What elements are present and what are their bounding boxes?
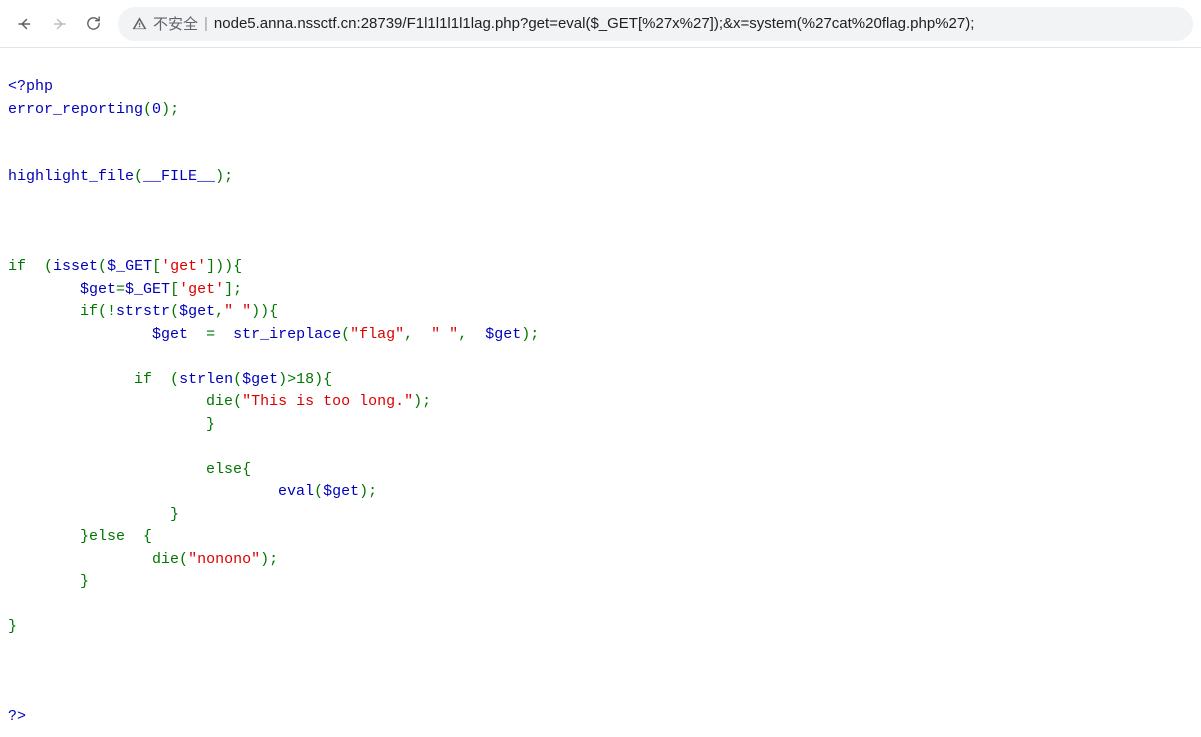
kw-if: if bbox=[80, 303, 98, 320]
punct: } bbox=[170, 506, 179, 523]
var-get: $get bbox=[179, 303, 215, 320]
kw-else: else bbox=[206, 461, 242, 478]
punct: ]; bbox=[224, 281, 242, 298]
punct: ( bbox=[134, 168, 143, 185]
punct: ); bbox=[260, 551, 278, 568]
punct: } bbox=[206, 416, 215, 433]
punct: ( bbox=[152, 371, 179, 388]
punct: ( bbox=[26, 258, 53, 275]
address-divider: | bbox=[204, 15, 208, 32]
punct: [ bbox=[152, 258, 161, 275]
punct: [ bbox=[170, 281, 179, 298]
not-secure-label: 不安全 bbox=[153, 13, 198, 34]
punct: ); bbox=[215, 168, 233, 185]
str-space: " " bbox=[431, 326, 458, 343]
punct: } bbox=[80, 573, 89, 590]
fn-strlen: strlen bbox=[179, 371, 233, 388]
punct: ); bbox=[413, 393, 431, 410]
punct: ( bbox=[170, 303, 179, 320]
php-source-view: <?php error_reporting(0); highlight_file… bbox=[0, 48, 1201, 737]
punct: ); bbox=[359, 483, 377, 500]
fn-highlight-file: highlight_file bbox=[8, 168, 134, 185]
punct: (! bbox=[98, 303, 116, 320]
var-get: $get bbox=[323, 483, 359, 500]
punct: , bbox=[404, 326, 431, 343]
var-get: $get bbox=[485, 326, 521, 343]
fn-eval: eval bbox=[278, 483, 314, 500]
punct: )){ bbox=[251, 303, 278, 320]
str-get-key: 'get' bbox=[179, 281, 224, 298]
punct: ); bbox=[161, 101, 179, 118]
punct: ( bbox=[341, 326, 350, 343]
arrow-left-icon bbox=[16, 15, 34, 33]
punct: } bbox=[80, 528, 89, 545]
punct: , bbox=[458, 326, 485, 343]
var-get: $get bbox=[80, 281, 116, 298]
const-file: __FILE__ bbox=[143, 168, 215, 185]
zero-literal: 0 bbox=[152, 101, 161, 118]
punct: ( bbox=[143, 101, 152, 118]
gt18: >18 bbox=[287, 371, 314, 388]
punct: ( bbox=[179, 551, 188, 568]
back-button[interactable] bbox=[8, 7, 42, 41]
address-url: node5.anna.nssctf.cn:28739/F1l1l1l1l1lag… bbox=[214, 15, 974, 32]
fn-isset: isset bbox=[53, 258, 98, 275]
punct: { bbox=[125, 528, 152, 545]
reload-icon bbox=[85, 15, 102, 32]
get-superglobal: $_GET bbox=[125, 281, 170, 298]
fn-strstr: strstr bbox=[116, 303, 170, 320]
address-bar[interactable]: 不安全 | node5.anna.nssctf.cn:28739/F1l1l1l… bbox=[118, 7, 1193, 41]
fn-die: die bbox=[206, 393, 233, 410]
punct: { bbox=[242, 461, 251, 478]
str-space: " " bbox=[224, 303, 251, 320]
not-secure-icon bbox=[132, 16, 147, 31]
str-too-long: "This is too long." bbox=[242, 393, 413, 410]
kw-else: else bbox=[89, 528, 125, 545]
punct: ){ bbox=[314, 371, 332, 388]
fn-str-ireplace: str_ireplace bbox=[233, 326, 341, 343]
punct: ])){ bbox=[206, 258, 242, 275]
punct: ); bbox=[521, 326, 539, 343]
var-get: $get bbox=[152, 326, 188, 343]
kw-if: if bbox=[8, 258, 26, 275]
str-get-key: 'get' bbox=[161, 258, 206, 275]
punct: = bbox=[116, 281, 125, 298]
browser-toolbar: 不安全 | node5.anna.nssctf.cn:28739/F1l1l1l… bbox=[0, 0, 1201, 48]
php-open-tag: <?php bbox=[8, 78, 53, 95]
str-flag: "flag" bbox=[350, 326, 404, 343]
str-nonono: "nonono" bbox=[188, 551, 260, 568]
punct: , bbox=[215, 303, 224, 320]
var-get: $get bbox=[242, 371, 278, 388]
punct: ( bbox=[233, 371, 242, 388]
arrow-right-icon bbox=[50, 15, 68, 33]
fn-die: die bbox=[152, 551, 179, 568]
punct: ( bbox=[233, 393, 242, 410]
forward-button[interactable] bbox=[42, 7, 76, 41]
php-close-tag: ?> bbox=[8, 708, 26, 725]
get-superglobal: $_GET bbox=[107, 258, 152, 275]
eq-op: = bbox=[206, 326, 215, 343]
reload-button[interactable] bbox=[76, 7, 110, 41]
punct: ( bbox=[314, 483, 323, 500]
punct: ) bbox=[278, 371, 287, 388]
punct: ( bbox=[98, 258, 107, 275]
fn-error-reporting: error_reporting bbox=[8, 101, 143, 118]
kw-if: if bbox=[134, 371, 152, 388]
